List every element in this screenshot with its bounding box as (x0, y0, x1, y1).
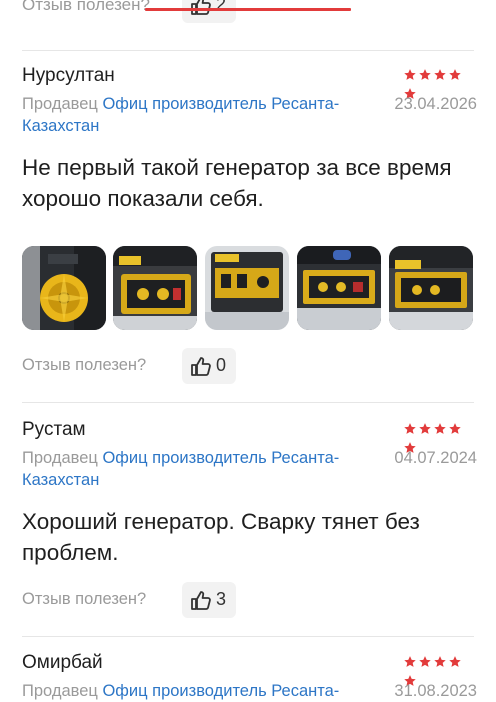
helpful-label: Отзыв полезен? (22, 356, 147, 374)
review-date: 31.08.2023 (394, 682, 477, 700)
star-icon (404, 656, 416, 667)
review-author: Омирбай (22, 652, 103, 673)
review-date: 04.07.2024 (394, 449, 477, 467)
like-button[interactable]: 3 (182, 582, 236, 618)
helpful-count: 3 (216, 589, 227, 609)
star-icon (434, 656, 446, 667)
rating-stars (402, 68, 476, 99)
seller-label: Продавец (22, 682, 98, 700)
review-divider (22, 636, 474, 637)
review-text: Хороший генератор. Сварку тянет без проб… (22, 509, 420, 565)
like-button[interactable]: 2 (182, 0, 236, 23)
review-photo-3[interactable] (205, 246, 289, 330)
star-icon (449, 423, 461, 434)
like-button[interactable]: 0 (182, 348, 236, 384)
star-icon (404, 423, 416, 434)
rating-stars (402, 422, 476, 453)
review-photos (22, 246, 478, 330)
helpful-label: Отзыв полезен? (22, 590, 147, 608)
review-author: Нурсултан (22, 65, 115, 86)
helpful-row: Отзыв полезен? 3 (22, 582, 322, 618)
review-divider (22, 50, 474, 51)
review-photo-4[interactable] (297, 246, 381, 330)
star-icon (434, 423, 446, 434)
review-author: Рустам (22, 419, 86, 440)
seller-label: Продавец (22, 449, 98, 467)
star-icon (449, 656, 461, 667)
helpful-row: Отзыв полезен? 0 (22, 348, 322, 384)
review-text: Не первый такой генератор за все время х… (22, 155, 452, 211)
seller-info: Продавец Офиц производитель Ресанта- 04.… (22, 447, 477, 491)
scroll-indicator-line (145, 8, 351, 11)
thumbs-up-icon (191, 591, 211, 610)
review-photo-1[interactable] (22, 246, 106, 330)
star-icon (434, 69, 446, 80)
seller-link-continued[interactable]: Казахстан (22, 115, 477, 137)
review-divider (22, 402, 474, 403)
review-photo-2[interactable] (113, 246, 197, 330)
review-photo-5[interactable] (389, 246, 473, 330)
star-icon (419, 423, 431, 434)
seller-label: Продавец (22, 95, 98, 113)
seller-link[interactable]: Офиц производитель Ресанта- (102, 95, 339, 113)
thumbs-up-icon (191, 357, 211, 376)
star-icon (404, 69, 416, 80)
seller-link[interactable]: Офиц производитель Ресанта- (102, 682, 339, 700)
star-icon (449, 69, 461, 80)
star-icon (419, 69, 431, 80)
previous-review-helpful-row: Отзыв полезен? 2 (22, 0, 482, 23)
helpful-count: 0 (216, 355, 227, 375)
seller-link[interactable]: Офиц производитель Ресанта- (102, 449, 339, 467)
seller-info: Продавец Офиц производитель Ресанта- 31.… (22, 680, 477, 702)
helpful-label: Отзыв полезен? (22, 0, 150, 14)
rating-stars (402, 655, 476, 686)
seller-link-continued[interactable]: Казахстан (22, 469, 477, 491)
review-date: 23.04.2026 (394, 95, 477, 113)
seller-info: Продавец Офиц производитель Ресанта- 23.… (22, 93, 477, 137)
star-icon (419, 656, 431, 667)
